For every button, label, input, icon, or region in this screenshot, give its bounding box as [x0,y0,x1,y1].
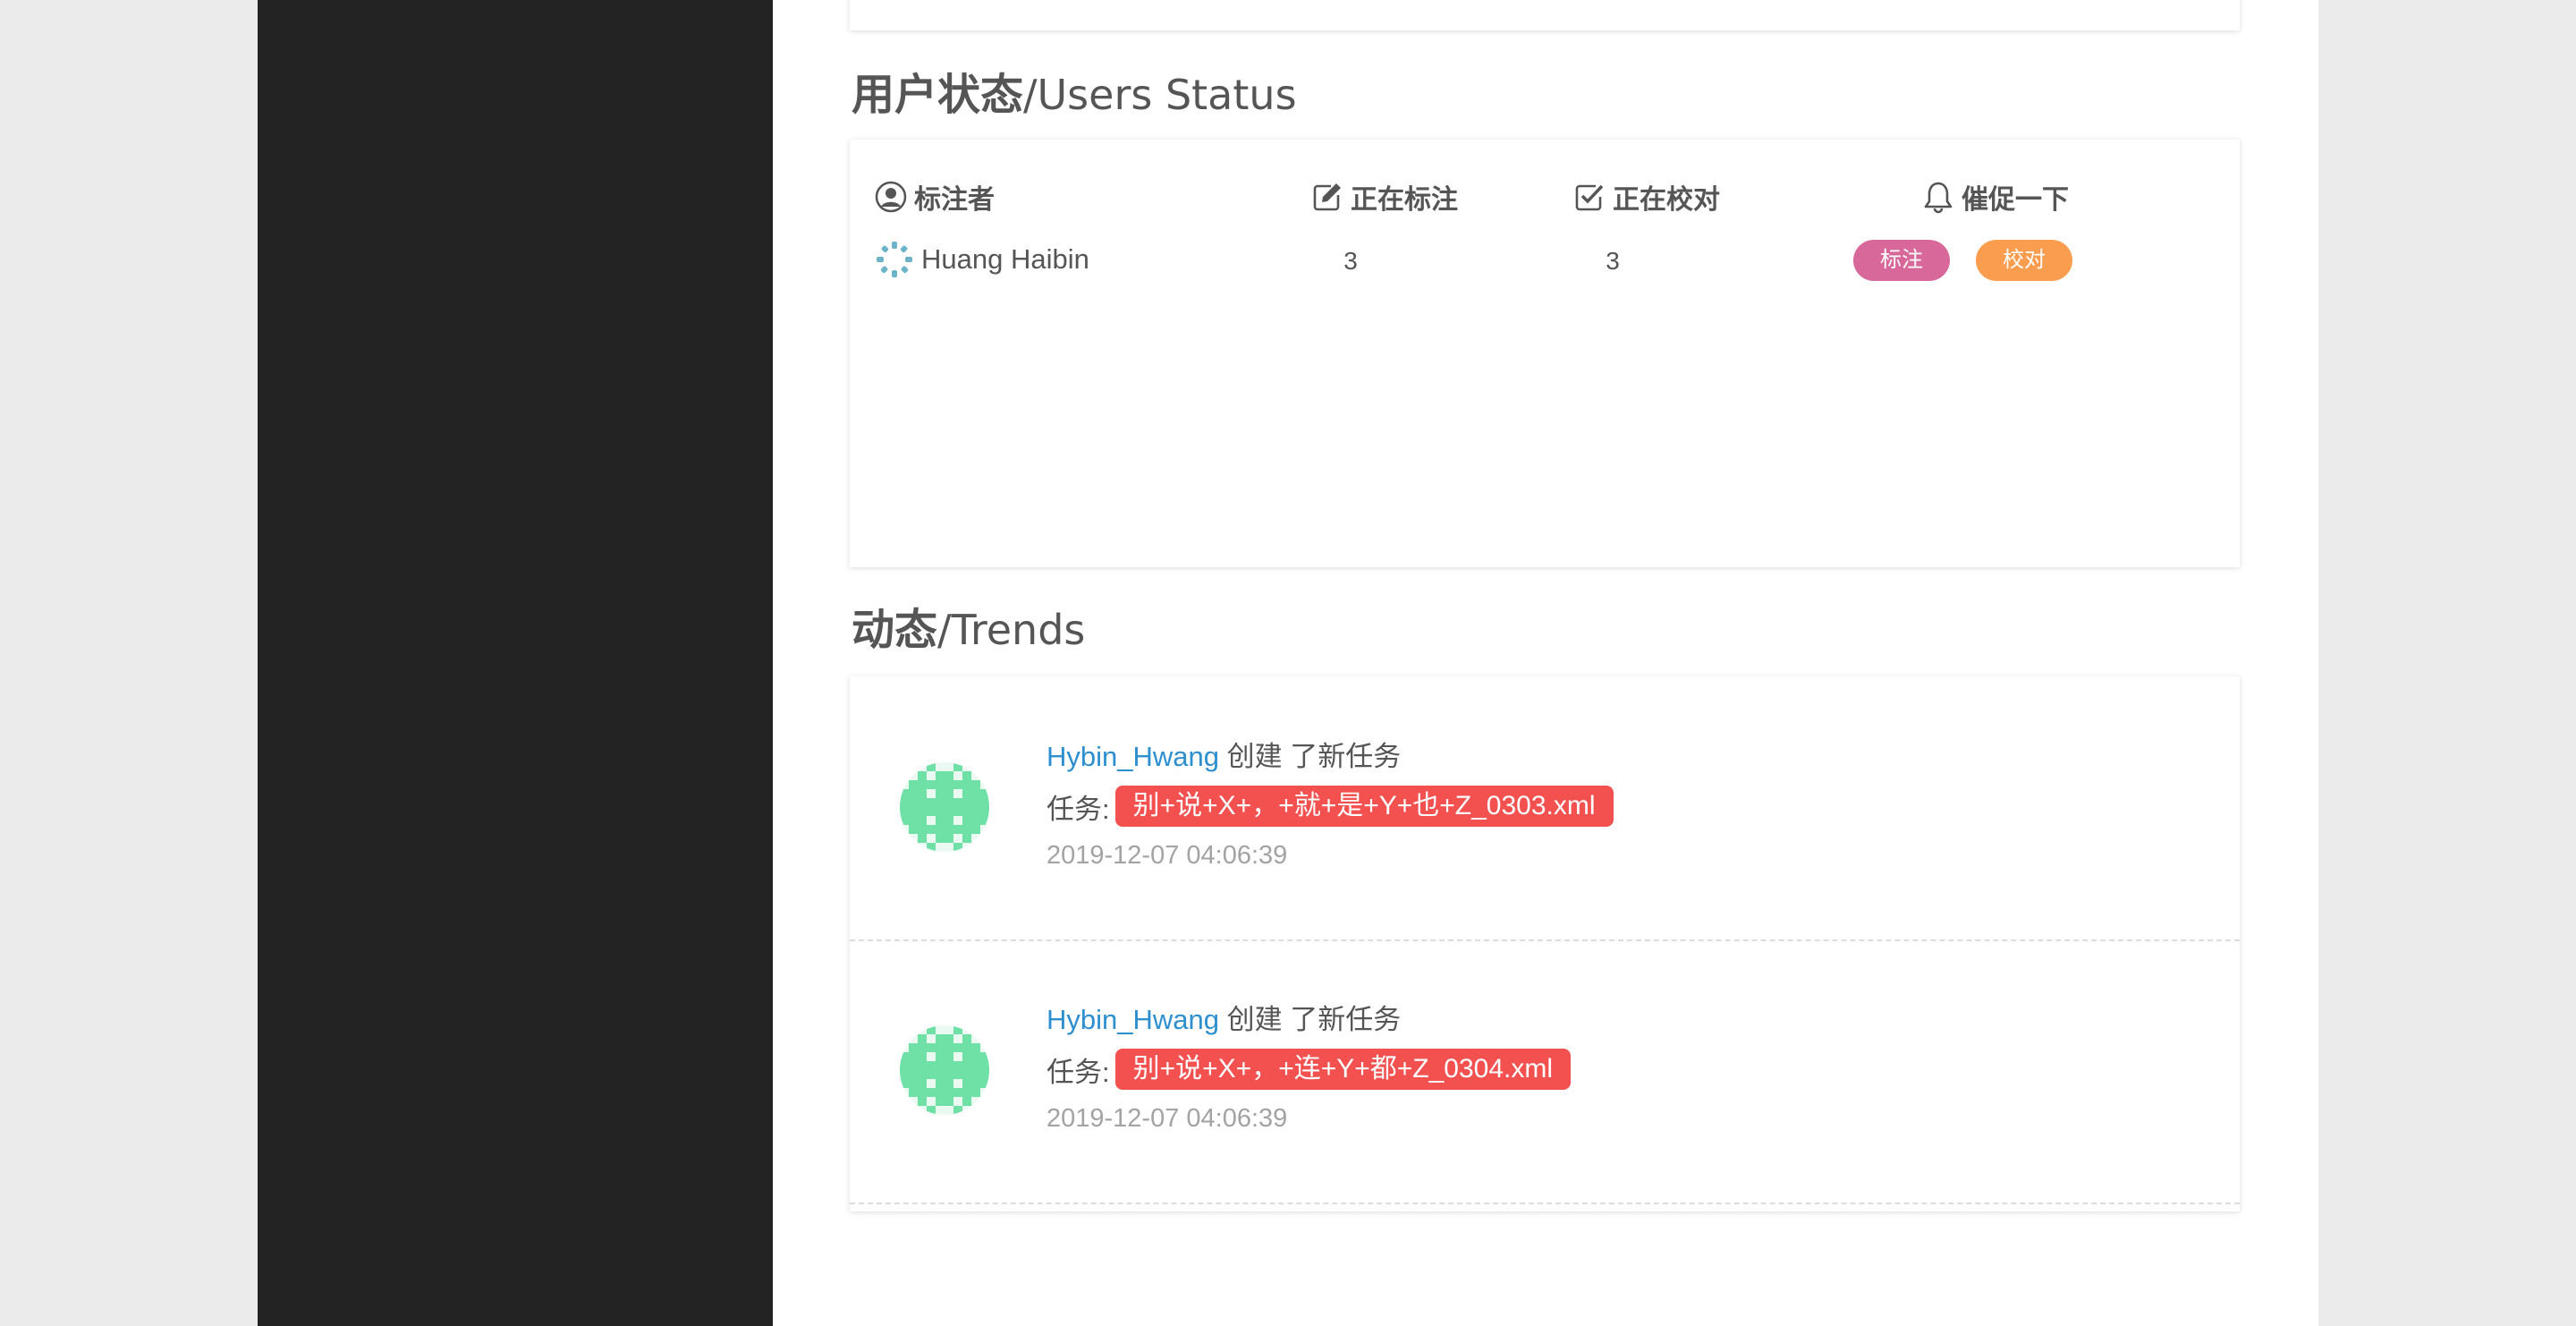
trends-title-zh: 动态 [852,607,938,654]
loading-spinner-icon [877,242,912,277]
identicon-avatar-icon [900,762,989,852]
edit-icon [1313,183,1341,211]
column-header-annotator: 标注者 [875,177,995,217]
user-name: Huang Haibin [921,243,1089,275]
column-header-checking-label: 正在校对 [1613,185,1720,215]
remind-check-button[interactable]: 校对 [1976,240,2072,281]
trend-task-prefix: 任务: [1046,1056,1110,1088]
avatar [900,762,989,852]
trend-task-line: 任务: 别+说+X+，+就+是+Y+也+Z_0303.xml [1046,786,1614,827]
trends-card: Hybin_Hwang 创建 了新任务 任务: 别+说+X+，+就+是+Y+也+… [850,676,2240,1211]
trend-headline: Hybin_Hwang 创建 了新任务 [1046,734,1401,774]
trend-action-text: 创建 了新任务 [1219,741,1402,772]
user-row: Huang Haibin 3 3 标注 校对 [875,240,2216,283]
trend-headline: Hybin_Hwang 创建 了新任务 [1046,997,1401,1037]
sidebar [258,0,773,1326]
column-header-remind-label: 催促一下 [1962,185,2069,215]
column-header-checking: 正在校对 [1573,177,1720,217]
users-status-title: 用户状态/Users Status [852,70,1297,121]
column-header-labeling-label: 正在标注 [1351,185,1458,215]
users-status-title-en: /Users Status [1023,71,1297,119]
avatar [900,1025,989,1115]
previous-card [850,0,2240,30]
column-header-labeling: 正在标注 [1311,177,1458,217]
remind-label-button[interactable]: 标注 [1853,240,1950,281]
trend-item: Hybin_Hwang 创建 了新任务 任务: 别+说+X+，+就+是+Y+也+… [850,676,2240,941]
bell-icon [1924,182,1953,214]
user-circle-icon [875,181,907,213]
trend-task-line: 任务: 别+说+X+，+连+Y+都+Z_0304.xml [1046,1049,1572,1090]
users-status-title-zh: 用户状态 [852,72,1024,119]
trend-action-text: 创建 了新任务 [1219,1004,1402,1035]
checking-count: 3 [1606,247,1620,275]
trend-user-link[interactable]: Hybin_Hwang [1046,1004,1219,1035]
labeling-count: 3 [1343,247,1358,275]
identicon-avatar-icon [900,1025,989,1115]
trend-item: Hybin_Hwang 创建 了新任务 任务: 别+说+X+，+连+Y+都+Z_… [850,939,2240,1204]
users-status-card: 标注者 正在标注 正在校对 催促一下 Huang Haibin 3 3 标注 校… [850,140,2240,567]
trends-title-en: /Trends [937,606,1086,654]
column-header-annotator-label: 标注者 [914,185,995,215]
column-header-remind: 催促一下 [1922,177,2069,217]
task-tag[interactable]: 别+说+X+，+就+是+Y+也+Z_0303.xml [1114,786,1614,827]
trends-title: 动态/Trends [852,605,1085,656]
trend-user-link[interactable]: Hybin_Hwang [1046,741,1219,772]
main-content: 用户状态/Users Status 标注者 正在标注 正在校对 催促一下 Hua… [773,0,2318,1326]
trend-task-prefix: 任务: [1046,793,1110,825]
user-cell: Huang Haibin [875,240,1089,279]
trend-timestamp: 2019-12-07 04:06:39 [1046,1104,1288,1133]
task-tag[interactable]: 别+说+X+，+连+Y+都+Z_0304.xml [1114,1049,1572,1090]
trend-timestamp: 2019-12-07 04:06:39 [1046,841,1288,870]
check-square-icon [1575,184,1604,211]
